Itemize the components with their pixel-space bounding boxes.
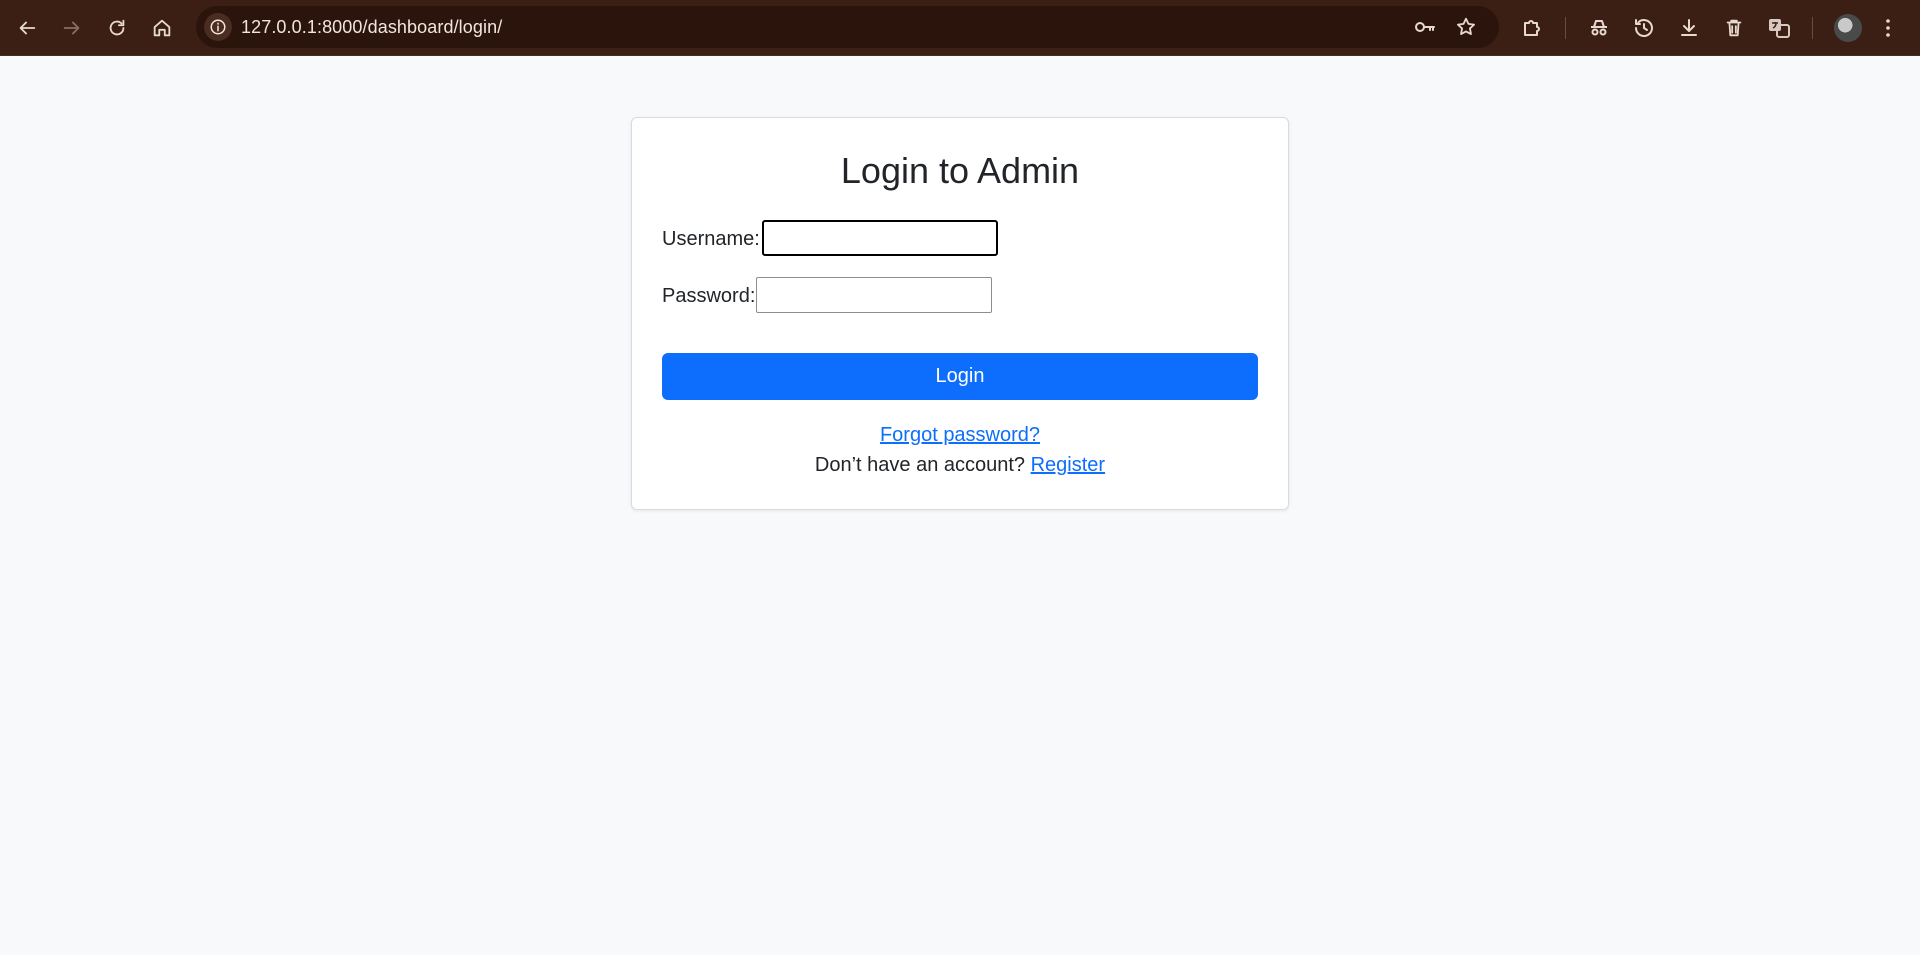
page-title: Login to Admin	[840, 150, 1080, 191]
browser-menu-button[interactable]	[1874, 14, 1902, 42]
register-row: Don’t have an account? Register	[632, 454, 1288, 477]
back-button[interactable]	[9, 10, 45, 46]
forward-arrow-icon	[63, 21, 80, 35]
username-label: Username:	[662, 228, 760, 250]
reload-button[interactable]	[99, 10, 135, 46]
back-arrow-icon	[19, 21, 36, 35]
toolbar-divider	[1565, 17, 1566, 39]
key-icon	[1415, 22, 1435, 32]
translate-button[interactable]	[1765, 14, 1793, 42]
kebab-menu-icon	[1886, 19, 1890, 37]
info-icon	[210, 19, 226, 35]
username-input[interactable]	[762, 220, 998, 256]
history-icon	[1635, 19, 1653, 37]
register-prompt: Don’t have an account?	[814, 454, 1031, 476]
password-input[interactable]	[756, 277, 992, 313]
password-manager-button[interactable]	[1413, 15, 1437, 39]
register-link[interactable]: Register	[1031, 454, 1105, 476]
login-button[interactable]: Login	[662, 353, 1258, 400]
trash-icon	[1726, 19, 1742, 37]
forward-button[interactable]	[54, 10, 90, 46]
star-icon	[1457, 17, 1475, 35]
reload-icon	[109, 19, 125, 36]
puzzle-icon	[1524, 20, 1540, 36]
download-icon	[1681, 19, 1697, 36]
history-button[interactable]	[1630, 14, 1658, 42]
incognito-icon	[1591, 20, 1607, 36]
translate-icon	[1769, 19, 1790, 38]
url-text[interactable]: 127.0.0.1:8000/dashboard/login/	[241, 17, 502, 38]
toolbar-divider	[1812, 17, 1813, 39]
profile-avatar[interactable]	[1834, 14, 1862, 42]
home-button[interactable]	[144, 10, 180, 46]
password-label: Password:	[662, 285, 756, 307]
forgot-password-row: Forgot password?	[632, 424, 1288, 447]
extensions-button[interactable]	[1518, 14, 1546, 42]
incognito-button[interactable]	[1585, 14, 1613, 42]
address-bar[interactable]: 127.0.0.1:8000/dashboard/login/	[196, 6, 1499, 48]
forgot-password-link[interactable]: Forgot password?	[880, 424, 1040, 446]
home-icon	[153, 19, 171, 37]
downloads-button[interactable]	[1675, 14, 1703, 42]
browser-toolbar: 127.0.0.1:8000/dashboard/login/	[0, 0, 1920, 56]
bookmark-button[interactable]	[1454, 15, 1478, 39]
site-info-button[interactable]	[204, 13, 232, 41]
login-card: Login to Admin Username: Password: Login…	[631, 117, 1289, 510]
clear-data-button[interactable]	[1720, 14, 1748, 42]
